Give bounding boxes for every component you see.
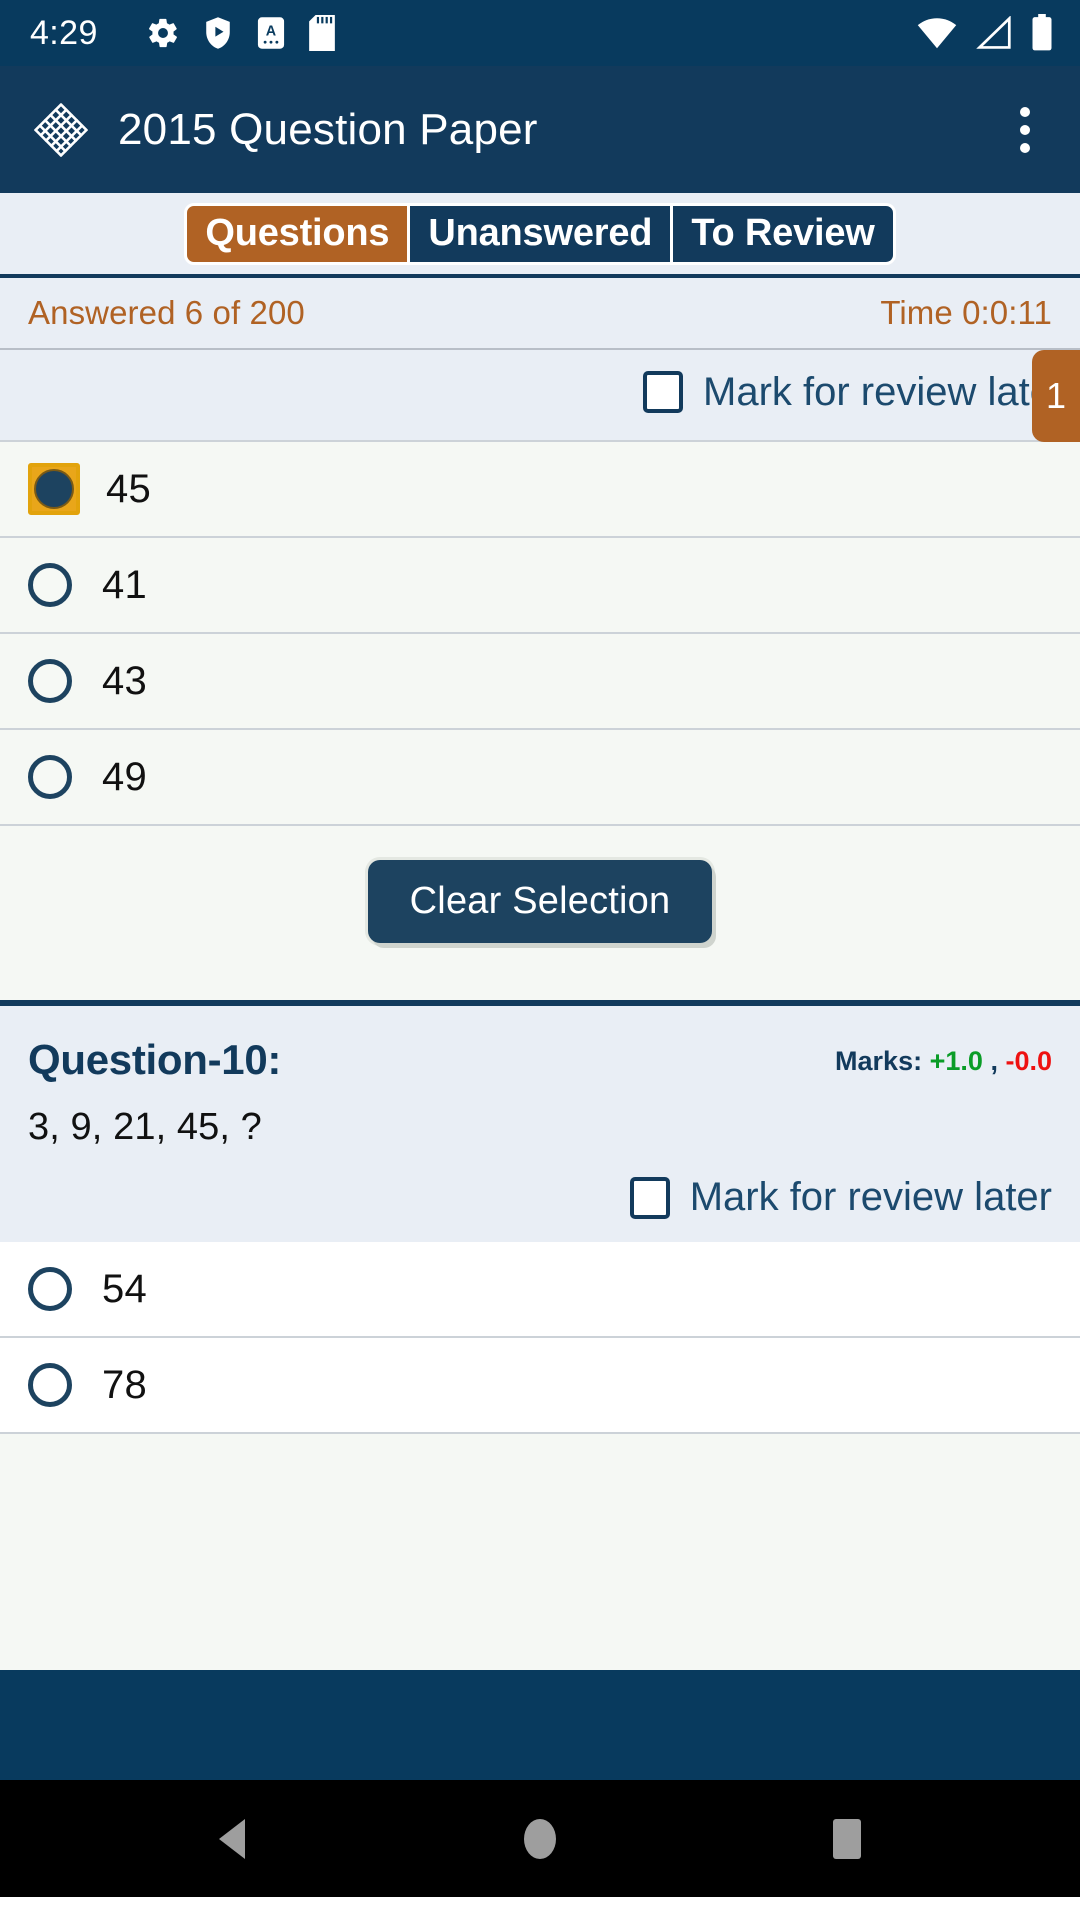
- overflow-menu-icon[interactable]: [998, 90, 1052, 170]
- overflow-dot: [1020, 142, 1030, 153]
- sd-card-icon: [308, 15, 335, 51]
- tab-unanswered[interactable]: Unanswered: [407, 202, 674, 265]
- question-text: 3, 9, 21, 45, ?: [28, 1106, 262, 1148]
- app-bar: 2015 Question Paper: [0, 66, 1080, 193]
- radio-unselected-icon[interactable]: [28, 563, 72, 607]
- wifi-icon: [917, 18, 957, 49]
- answered-count: Answered 6 of 200: [28, 294, 305, 331]
- diamond-lattice-logo: [34, 102, 88, 157]
- mark-for-review-label: Mark for review late: [703, 369, 1052, 414]
- elapsed-time: Time 0:0:11: [880, 294, 1052, 331]
- marks-negative-value: -0.0: [1005, 1046, 1052, 1076]
- page-title: 2015 Question Paper: [118, 104, 538, 154]
- battery-icon: [1032, 14, 1052, 51]
- option-row[interactable]: 78: [0, 1338, 1080, 1434]
- cell-signal-icon: [976, 16, 1011, 49]
- option-label: 54: [102, 1266, 147, 1311]
- tab-bar: Questions Unanswered To Review: [0, 193, 1080, 278]
- recents-square-icon[interactable]: [802, 1794, 892, 1884]
- status-bar-clock: 4:29: [30, 14, 98, 52]
- question-list-scroll[interactable]: Mark for review late 1 45 41 43 49 Clear…: [0, 350, 1080, 1670]
- mark-for-review-checkbox[interactable]: [643, 371, 684, 413]
- back-triangle-icon[interactable]: [188, 1794, 278, 1884]
- svg-text:A: A: [266, 24, 276, 40]
- gear-icon: [148, 18, 177, 48]
- home-circle-glyph: [523, 1818, 556, 1859]
- option-label: 49: [102, 754, 147, 799]
- radio-inner-dot: [34, 469, 74, 509]
- system-navigation-bar: [0, 1780, 1080, 1897]
- marks-separator: ,: [990, 1046, 998, 1076]
- radio-unselected-icon[interactable]: [28, 1267, 72, 1311]
- status-bar-right-group: [916, 14, 1054, 52]
- app-screen: 4:29 A 2015 Question Paper Questions Una…: [0, 0, 1080, 1920]
- option-row[interactable]: 54: [0, 1242, 1080, 1338]
- question-number: Question-10:: [28, 1036, 282, 1083]
- radio-unselected-icon[interactable]: [28, 659, 72, 703]
- mark-for-review-checkbox[interactable]: [629, 1176, 670, 1219]
- recents-square-glyph: [832, 1818, 861, 1859]
- mark-for-review-row[interactable]: Mark for review late: [643, 354, 1052, 437]
- question-card-header: Question-10: Marks: +1.0 , -0.0 3, 9, 21…: [0, 1006, 1080, 1242]
- option-row[interactable]: 41: [0, 538, 1080, 634]
- option-label: 43: [102, 658, 147, 703]
- tab-questions[interactable]: Questions: [184, 202, 411, 265]
- status-badge: 1: [1032, 350, 1080, 442]
- progress-status-bar: Answered 6 of 200 Time 0:0:11: [0, 278, 1080, 350]
- option-row[interactable]: 45: [0, 442, 1080, 538]
- option-row[interactable]: 43: [0, 634, 1080, 730]
- overflow-dot: [1020, 124, 1030, 135]
- option-row[interactable]: 49: [0, 730, 1080, 826]
- clear-selection-button[interactable]: Clear Selection: [367, 859, 713, 943]
- overflow-dot: [1020, 106, 1030, 117]
- play-protect-shield-icon: [206, 17, 230, 49]
- option-label: 78: [102, 1362, 147, 1407]
- option-label: 45: [106, 466, 151, 511]
- back-triangle-glyph: [219, 1818, 246, 1859]
- system-status-bar: 4:29 A: [0, 0, 1080, 66]
- tab-to-review[interactable]: To Review: [670, 202, 896, 265]
- question-header-row: Question-10: Marks: +1.0 , -0.0: [28, 1006, 1052, 1084]
- marks-prefix-label: Marks:: [835, 1046, 923, 1076]
- mark-for-review-label: Mark for review later: [689, 1175, 1052, 1219]
- app-letter-a-icon: A: [257, 17, 284, 49]
- mark-for-review-row[interactable]: Mark for review later: [28, 1159, 1052, 1242]
- question-marks: Marks: +1.0 , -0.0: [835, 1036, 1052, 1077]
- option-label: 41: [102, 562, 147, 607]
- radio-selected-icon[interactable]: [28, 463, 80, 515]
- radio-unselected-icon[interactable]: [28, 1363, 72, 1407]
- radio-unselected-icon[interactable]: [28, 755, 72, 799]
- home-circle-icon[interactable]: [495, 1794, 585, 1884]
- marks-positive-value: +1.0: [929, 1046, 983, 1076]
- bottom-filler-area: [0, 1670, 1080, 1780]
- clear-selection-container: Clear Selection: [0, 826, 1080, 976]
- status-bar-left-group: 4:29 A: [30, 15, 916, 51]
- card-separator: [0, 976, 1080, 1006]
- question-card-header-partial: Mark for review late 1: [0, 350, 1080, 442]
